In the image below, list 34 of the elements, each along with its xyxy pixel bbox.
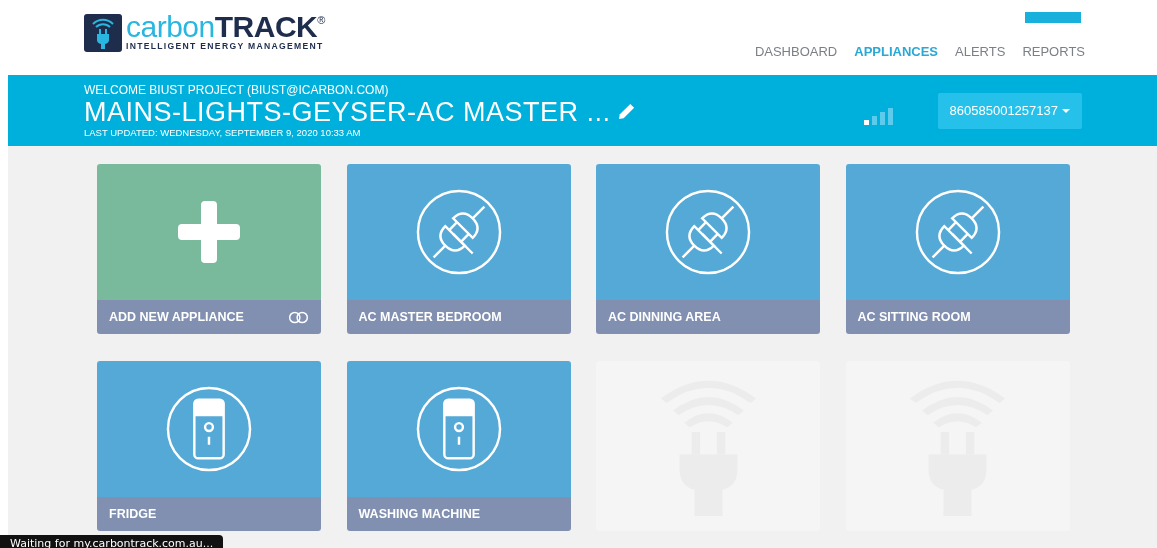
appliance-tile[interactable] [845,164,1070,300]
switch-icon [166,386,252,472]
toggle-icon[interactable] [288,310,309,324]
appliance-tile[interactable] [346,164,571,300]
unplugged-icon [665,189,751,275]
last-updated-text: LAST UPDATED: WEDNESDAY, SEPTEMBER 9, 2020 10:33 AM [84,126,362,139]
nav-tab[interactable]: REPORTS [1022,44,1085,59]
appliance-name: AC SITTING ROOM [857,310,971,324]
unplugged-icon [914,189,1001,275]
site-title: MAINS-LIGHTS-GEYSER-AC MASTER ... [84,96,611,127]
appliance-name: AC MASTER BEDROOM [358,310,502,324]
nav-tab[interactable]: ALERTS [955,44,1006,59]
logo-wordmark: carbonTRACK$^{®}$ [126,14,325,40]
unplugged-icon [415,189,502,275]
signal-strength-icon [863,106,896,125]
add-appliance-tile[interactable] [97,164,321,300]
nav-tab[interactable]: APPLIANCES [854,44,939,59]
appliance-tile[interactable] [346,361,571,497]
caret-icon [1062,108,1070,113]
accent-bar [1025,12,1081,23]
plus-icon [178,201,240,263]
welcome-text: WELCOME BIUST PROJECT (BIUST@ICARBON.COM) [84,82,390,97]
appliance-tile[interactable] [596,164,820,300]
device-dropdown[interactable]: 860585001257137 [937,92,1082,129]
logo-plug-icon [84,14,122,52]
appliance-tile[interactable] [97,361,321,497]
appliance-name: FRIDGE [109,507,157,521]
appliance-name: AC DINNING AREA [608,310,721,324]
logo-tagline: INTELLIGENT ENERGY MANAGEMENT [126,41,325,51]
appliance-name: WASHING MACHINE [358,507,481,521]
nav-tab[interactable]: DASHBOARD [754,44,838,59]
edit-icon[interactable] [616,102,636,121]
appliance-name: ADD NEW APPLIANCE [109,310,244,324]
switch-icon [415,386,502,472]
